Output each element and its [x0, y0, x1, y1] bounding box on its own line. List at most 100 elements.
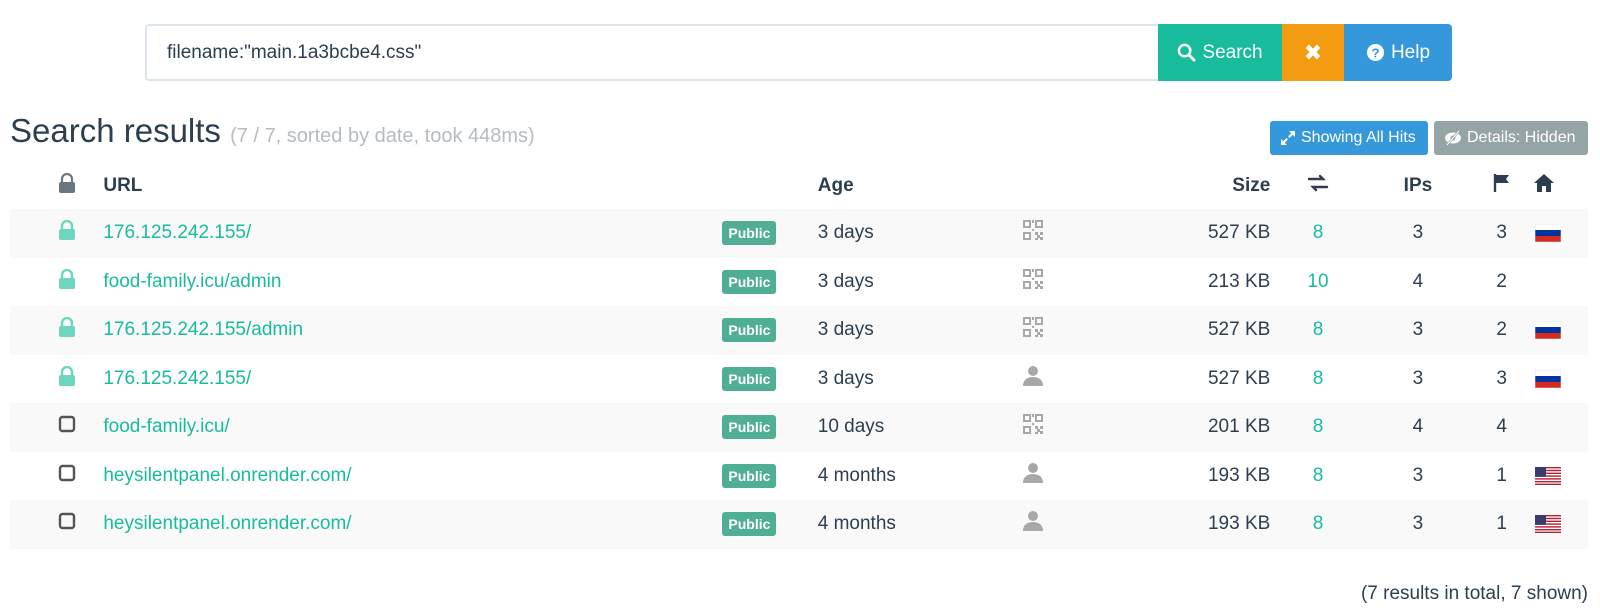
usa-flag-icon	[1535, 466, 1562, 485]
redirects-count-link[interactable]: 8	[1313, 465, 1324, 486]
ips-count: 3	[1412, 464, 1424, 486]
details-toggle-label: Details: Hidden	[1467, 129, 1576, 146]
qr-icon[interactable]	[1022, 317, 1044, 343]
details-toggle-button[interactable]: Details: Hidden	[1434, 121, 1588, 155]
result-url-link[interactable]: 176.125.242.155/	[103, 222, 251, 243]
redirects-count-link[interactable]: 10	[1307, 271, 1328, 292]
flag-column-header	[1470, 163, 1533, 209]
ips-count: 3	[1412, 222, 1424, 244]
showing-all-hits-button[interactable]: Showing All Hits	[1270, 121, 1428, 155]
age-column-header[interactable]: Age	[818, 163, 970, 209]
result-url-link[interactable]: 176.125.242.155/	[103, 368, 251, 389]
result-age: 3 days	[817, 367, 874, 389]
russia-flag-icon	[1534, 320, 1562, 340]
search-button[interactable]: Search	[1158, 24, 1282, 81]
result-age: 10 days	[817, 416, 885, 438]
country-column-header	[1533, 163, 1588, 209]
close-icon: ✖	[1303, 39, 1323, 65]
redirects-count-link[interactable]: 8	[1313, 368, 1324, 389]
table-row[interactable]: food-family.icu/admin Public 3 days 213 KB 1…	[10, 258, 1588, 307]
countries-count: 2	[1496, 270, 1507, 292]
visibility-badge: Public	[722, 221, 777, 246]
lock-icon	[58, 268, 76, 294]
expand-icon	[1281, 131, 1295, 145]
lock-icon	[58, 220, 76, 245]
result-size: 201 KB	[1207, 416, 1271, 438]
ips-count: 4	[1412, 270, 1424, 292]
visibility-badge: Public	[722, 512, 777, 537]
ips-column-header[interactable]: IPs	[1366, 163, 1471, 209]
search-bar: Search ✖ ? Help	[145, 24, 1452, 81]
results-summary: (7 / 7, sorted by date, took 448ms)	[230, 125, 535, 147]
lock-column-header	[10, 163, 103, 209]
square-icon	[58, 513, 76, 535]
table-row[interactable]: heysilentpanel.onrender.com/Public 4 mont…	[10, 500, 1588, 549]
result-age: 3 days	[817, 270, 874, 292]
visibility-badge: Public	[722, 463, 777, 488]
svg-text:?: ?	[1371, 45, 1379, 60]
table-row[interactable]: heysilentpanel.onrender.com/Public 4 mont…	[10, 452, 1588, 501]
table-row[interactable]: food-family.icu/Public 10 days 201 KB 8 4 4	[10, 403, 1588, 452]
countries-count: 4	[1496, 416, 1507, 438]
ips-count: 3	[1412, 367, 1424, 389]
results-table: URL Age Size IPs 176.125.242.155/Public 3…	[10, 163, 1588, 549]
countries-count: 1	[1496, 513, 1507, 535]
flag-icon	[1493, 174, 1509, 192]
result-age: 3 days	[817, 319, 874, 341]
table-row[interactable]: 176.125.242.155/admin Public 3 days 527 KB 8…	[10, 306, 1588, 355]
result-age: 4 months	[817, 464, 896, 486]
redirects-count-link[interactable]: 8	[1313, 319, 1324, 340]
url-column-header[interactable]: URL	[103, 163, 722, 209]
results-title: Search results	[10, 112, 221, 149]
countries-count: 2	[1496, 319, 1507, 341]
result-size: 527 KB	[1207, 319, 1271, 341]
ips-count: 3	[1412, 319, 1424, 341]
user-icon[interactable]	[1022, 511, 1044, 537]
table-row[interactable]: 176.125.242.155/Public 3 days 527 KB 8 3 3	[10, 209, 1588, 258]
lock-icon	[58, 365, 76, 391]
size-column-header[interactable]: Size	[1097, 163, 1270, 209]
redirects-count-link[interactable]: 8	[1313, 513, 1324, 534]
square-icon	[58, 464, 76, 487]
redirects-column-header	[1270, 163, 1365, 209]
qr-icon[interactable]	[1022, 220, 1044, 246]
search-button-label: Search	[1202, 41, 1263, 63]
square-icon	[58, 416, 76, 438]
result-url-link[interactable]: food-family.icu/admin	[103, 271, 281, 292]
table-header-row: URL Age Size IPs	[10, 163, 1588, 209]
user-icon[interactable]	[1022, 462, 1044, 489]
page-title: Search results (7 / 7, sorted by date, t…	[10, 112, 535, 150]
redirects-count-link[interactable]: 8	[1313, 222, 1324, 243]
eye-slash-icon	[1445, 130, 1461, 146]
qr-icon[interactable]	[1022, 414, 1044, 440]
results-header: Search results (7 / 7, sorted by date, t…	[10, 110, 1588, 160]
showing-all-hits-label: Showing All Hits	[1301, 129, 1416, 146]
visibility-badge: Public	[722, 269, 777, 294]
exchange-icon	[1307, 174, 1329, 192]
result-url-link[interactable]: heysilentpanel.onrender.com/	[103, 513, 351, 534]
result-size: 527 KB	[1207, 367, 1271, 389]
clear-button[interactable]: ✖	[1282, 24, 1344, 81]
qr-icon[interactable]	[1022, 268, 1044, 295]
russia-flag-icon	[1534, 223, 1562, 243]
ips-count: 4	[1412, 416, 1424, 438]
result-age: 4 months	[817, 513, 896, 535]
results-total: (7 results in total, 7 shown)	[1360, 583, 1588, 604]
home-icon	[1534, 174, 1555, 192]
user-icon[interactable]	[1022, 365, 1044, 392]
visibility-badge: Public	[722, 415, 777, 440]
result-url-link[interactable]: 176.125.242.155/admin	[103, 319, 303, 340]
result-url-link[interactable]: food-family.icu/	[103, 416, 229, 437]
help-button[interactable]: ? Help	[1344, 24, 1452, 81]
russia-flag-icon	[1534, 369, 1562, 389]
help-button-label: Help	[1390, 41, 1431, 63]
table-row[interactable]: 176.125.242.155/Public 3 days 527 KB 8 3 3	[10, 355, 1588, 404]
redirects-count-link[interactable]: 8	[1313, 416, 1324, 437]
result-size: 193 KB	[1207, 513, 1271, 535]
result-size: 213 KB	[1207, 270, 1271, 292]
question-circle-icon: ?	[1366, 43, 1385, 62]
result-url-link[interactable]: heysilentpanel.onrender.com/	[103, 465, 351, 486]
search-input[interactable]	[145, 24, 1158, 81]
search-icon	[1178, 43, 1196, 62]
countries-count: 3	[1496, 367, 1507, 389]
